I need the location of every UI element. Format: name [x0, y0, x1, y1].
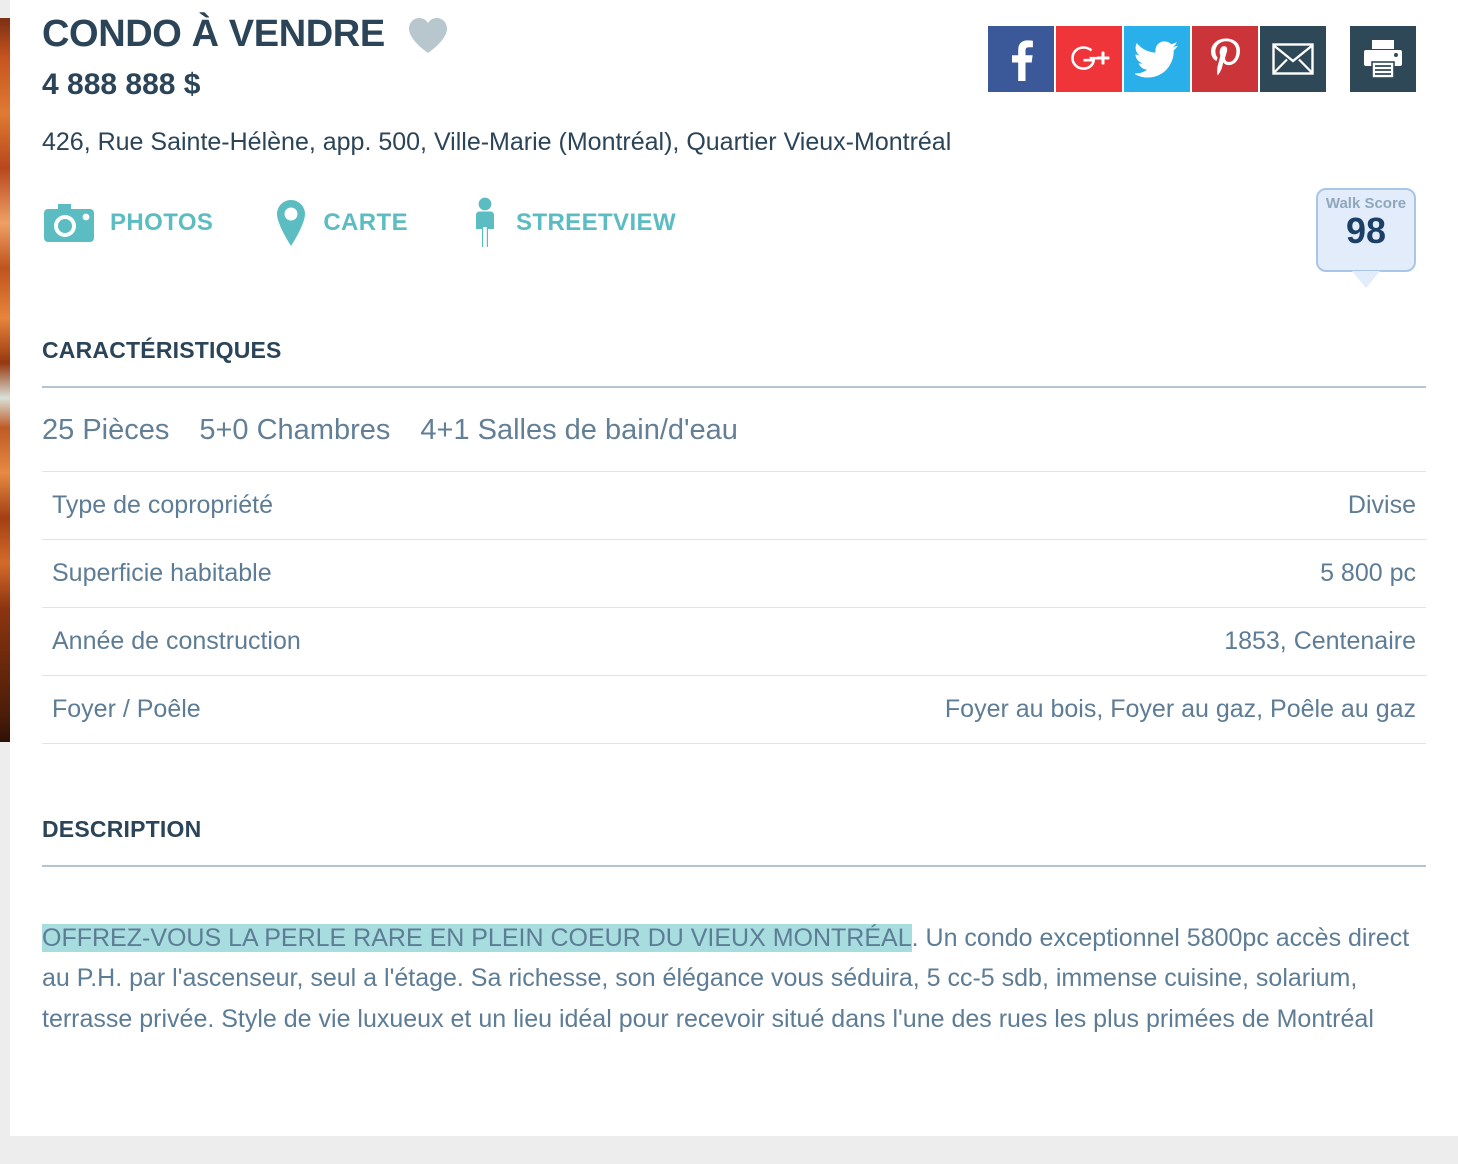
envelope-icon [1272, 43, 1314, 75]
printer-icon [1364, 40, 1402, 79]
walk-score-bubble: Walk Score 98 [1316, 188, 1416, 272]
table-row: Type de copropriété Divise [42, 471, 1426, 539]
share-email-button[interactable] [1260, 26, 1326, 92]
table-row: Année de construction 1853, Centenaire [42, 607, 1426, 675]
row-label: Type de copropriété [52, 490, 273, 519]
listing-card: CONDO À VENDRE 4 888 888 $ 426, Rue Sain… [10, 0, 1458, 1136]
row-value: Foyer au bois, Foyer au gaz, Poêle au ga… [944, 694, 1416, 723]
carte-link-label: CARTE [323, 208, 408, 236]
walk-score-pointer [1350, 271, 1382, 305]
pegman-icon [475, 197, 494, 247]
print-button[interactable] [1350, 26, 1416, 92]
streetview-link[interactable]: STREETVIEW [468, 197, 676, 249]
photos-link[interactable]: PHOTOS [42, 200, 213, 246]
characteristics-table: Type de copropriété Divise Superficie ha… [42, 471, 1426, 744]
row-value: Divise [1347, 490, 1416, 519]
action-links: PHOTOS CARTE STREETVIEW [42, 197, 1426, 249]
summary-bedrooms: 5+0 Chambres [199, 413, 391, 446]
facebook-icon [1012, 40, 1033, 81]
share-pinterest-button[interactable] [1192, 26, 1258, 92]
characteristics-summary: 25 Pièces 5+0 Chambres 4+1 Salles de bai… [42, 388, 1426, 471]
streetview-link-label: STREETVIEW [515, 208, 676, 236]
characteristics-heading: CARACTÉRISTIQUES [42, 336, 282, 363]
row-label: Superficie habitable [52, 558, 272, 587]
walk-score-badge[interactable]: Walk Score 98 [1316, 188, 1416, 305]
carte-link[interactable]: CARTE [273, 198, 408, 248]
summary-pieces: 25 Pièces [42, 413, 170, 446]
map-pin-icon [277, 199, 306, 246]
camera-icon [44, 203, 94, 242]
row-label: Année de construction [52, 626, 301, 655]
table-row: Foyer / Poêle Foyer au bois, Foyer au ga… [42, 675, 1426, 744]
pinterest-icon [1211, 38, 1240, 76]
listing-address: 426, Rue Sainte-Hélène, app. 500, Ville-… [42, 127, 952, 156]
table-row: Superficie habitable 5 800 pc [42, 539, 1426, 607]
row-value: 5 800 pc [1320, 558, 1416, 587]
description-text: OFFREZ-VOUS LA PERLE RARE EN PLEIN COEUR… [42, 892, 1426, 1040]
description-highlight: OFFREZ-VOUS LA PERLE RARE EN PLEIN COEUR… [42, 923, 912, 952]
heart-icon[interactable] [407, 16, 449, 54]
description-section: DESCRIPTION OFFREZ-VOUS LA PERLE RARE EN… [42, 816, 1426, 1040]
characteristics-section: CARACTÉRISTIQUES 25 Pièces 5+0 Chambres … [42, 337, 1426, 744]
photos-link-label: PHOTOS [110, 208, 214, 236]
walk-score-value: 98 [1345, 209, 1387, 251]
twitter-icon [1135, 41, 1178, 78]
google-plus-icon [1071, 46, 1110, 70]
share-facebook-button[interactable] [988, 26, 1054, 92]
summary-bathrooms: 4+1 Salles de bain/d'eau [420, 413, 738, 446]
row-label: Foyer / Poêle [52, 694, 201, 723]
page-title: CONDO À VENDRE [42, 13, 385, 55]
share-bar [988, 26, 1418, 92]
share-twitter-button[interactable] [1124, 26, 1190, 92]
share-google-plus-button[interactable] [1056, 26, 1122, 92]
row-value: 1853, Centenaire [1224, 626, 1416, 655]
description-rule [42, 864, 1426, 867]
description-heading: DESCRIPTION [42, 815, 202, 842]
